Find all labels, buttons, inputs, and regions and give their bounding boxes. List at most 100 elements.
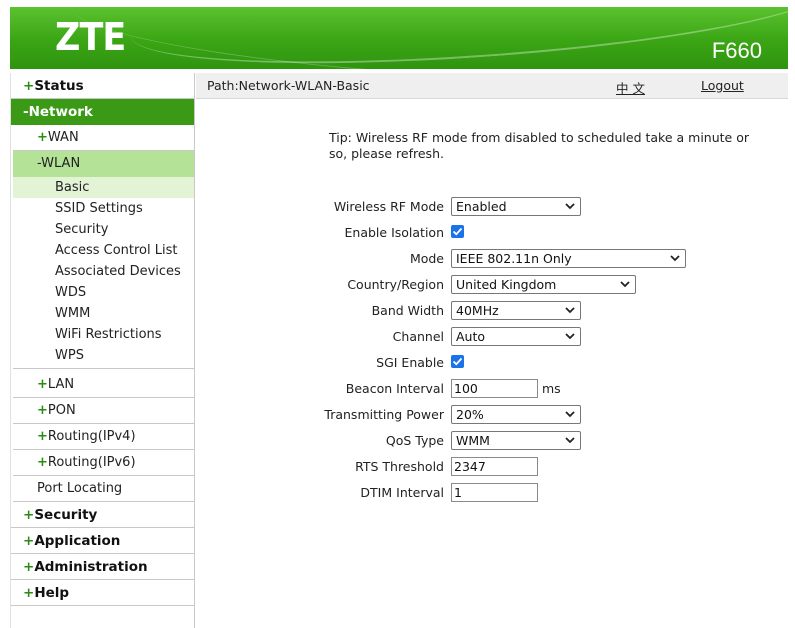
router-admin-page: ZTE F660 +Status -Network +WAN -WLAN Bas… bbox=[0, 0, 795, 628]
nav-security[interactable]: +Security bbox=[11, 502, 194, 528]
dtim-interval-input[interactable]: 1 bbox=[451, 483, 538, 502]
sgi-checkbox[interactable] bbox=[451, 355, 464, 368]
nav-help[interactable]: +Help bbox=[11, 580, 194, 606]
expand-plus-icon: + bbox=[37, 455, 48, 470]
tip-text: Tip: Wireless RF mode from disabled to s… bbox=[329, 130, 749, 161]
nav-label: PON bbox=[47, 403, 76, 418]
select-value: United Kingdom bbox=[456, 277, 557, 292]
channel-select[interactable]: Auto bbox=[451, 327, 581, 346]
nav-wlan-wmm[interactable]: WMM bbox=[13, 303, 194, 324]
select-value: 20% bbox=[456, 407, 484, 422]
field-label: Mode bbox=[409, 251, 444, 266]
zte-logo: ZTE bbox=[55, 15, 126, 59]
expand-plus-icon: + bbox=[37, 130, 48, 145]
expand-plus-icon: + bbox=[23, 507, 35, 523]
select-value: Auto bbox=[456, 329, 486, 344]
mode-select[interactable]: IEEE 802.11n Only bbox=[451, 249, 686, 268]
nav-routing-ipv4[interactable]: +Routing(IPv4) bbox=[13, 424, 194, 450]
expand-plus-icon: + bbox=[23, 559, 35, 575]
select-value: Enabled bbox=[456, 199, 507, 214]
expand-plus-icon: + bbox=[37, 377, 48, 392]
nav-network[interactable]: -Network bbox=[11, 99, 194, 125]
chevron-down-icon bbox=[565, 203, 575, 210]
sidebar-nav: +Status -Network +WAN -WLAN Basic SSID S… bbox=[10, 73, 195, 628]
rf-mode-select[interactable]: Enabled bbox=[451, 197, 581, 216]
row-mode: Mode IEEE 802.11n Only bbox=[196, 248, 788, 270]
row-bandwidth: Band Width 40MHz bbox=[196, 300, 788, 322]
nav-label: Routing(IPv6) bbox=[47, 455, 136, 470]
path-bar: Path:Network-WLAN-Basic 中 文 Logout bbox=[196, 73, 788, 99]
row-country: Country/Region United Kingdom bbox=[196, 274, 788, 296]
nav-label: Administration bbox=[34, 559, 148, 575]
rts-threshold-input[interactable]: 2347 bbox=[451, 457, 538, 476]
field-label: Wireless RF Mode bbox=[333, 199, 444, 214]
bandwidth-select[interactable]: 40MHz bbox=[451, 301, 581, 320]
expand-plus-icon: + bbox=[23, 585, 35, 601]
nav-label: Routing(IPv4) bbox=[47, 429, 136, 444]
nav-label: LAN bbox=[47, 377, 75, 392]
nav-label: -Network bbox=[23, 104, 93, 120]
nav-administration[interactable]: +Administration bbox=[11, 554, 194, 580]
row-channel: Channel Auto bbox=[196, 326, 788, 348]
expand-plus-icon: + bbox=[37, 403, 48, 418]
check-icon bbox=[452, 227, 463, 236]
header-banner: ZTE F660 bbox=[10, 7, 788, 69]
field-label: Band Width bbox=[371, 303, 444, 318]
nav-routing-ipv6[interactable]: +Routing(IPv6) bbox=[13, 450, 194, 476]
expand-plus-icon: + bbox=[37, 429, 48, 444]
chevron-down-icon bbox=[670, 255, 680, 262]
row-qos: QoS Type WMM bbox=[196, 430, 788, 452]
chevron-down-icon bbox=[565, 307, 575, 314]
nav-application[interactable]: +Application bbox=[11, 528, 194, 554]
field-label: Beacon Interval bbox=[345, 381, 444, 396]
nav-wlan-access-control-list[interactable]: Access Control List bbox=[13, 240, 194, 261]
field-label: RTS Threshold bbox=[355, 459, 444, 474]
field-label: DTIM Interval bbox=[360, 485, 444, 500]
header-swoosh bbox=[67, 7, 788, 69]
logout-link[interactable]: Logout bbox=[701, 78, 744, 93]
chevron-down-icon bbox=[565, 411, 575, 418]
row-isolation: Enable Isolation bbox=[196, 222, 788, 244]
beacon-interval-input[interactable]: 100 bbox=[451, 379, 538, 398]
qos-type-select[interactable]: WMM bbox=[451, 431, 581, 450]
nav-wlan-wds[interactable]: WDS bbox=[13, 282, 194, 303]
nav-status[interactable]: +Status bbox=[11, 73, 194, 99]
nav-label: Port Locating bbox=[37, 481, 123, 496]
nav-wlan-security[interactable]: Security bbox=[13, 219, 194, 240]
nav-wlan-basic[interactable]: Basic bbox=[13, 177, 194, 198]
nav-label: Help bbox=[34, 585, 70, 601]
expand-plus-icon: + bbox=[23, 533, 35, 549]
chevron-down-icon bbox=[620, 281, 630, 288]
device-model: F660 bbox=[711, 38, 762, 63]
language-link[interactable]: 中 文 bbox=[616, 78, 645, 97]
nav-label: Application bbox=[34, 533, 121, 549]
isolation-checkbox[interactable] bbox=[451, 225, 464, 238]
tx-power-select[interactable]: 20% bbox=[451, 405, 581, 424]
row-tx-power: Transmitting Power 20% bbox=[196, 404, 788, 426]
nav-wan[interactable]: +WAN bbox=[13, 125, 194, 151]
nav-wlan-wps[interactable]: WPS bbox=[13, 345, 194, 369]
nav-port-locating[interactable]: Port Locating bbox=[13, 476, 194, 502]
nav-label: Security bbox=[34, 507, 98, 523]
nav-pon[interactable]: +PON bbox=[13, 398, 194, 424]
select-value: WMM bbox=[456, 433, 490, 448]
select-value: 40MHz bbox=[456, 303, 499, 318]
nav-wlan-wifi-restrictions[interactable]: WiFi Restrictions bbox=[13, 324, 194, 345]
nav-label: -WLAN bbox=[37, 156, 81, 171]
row-dtim: DTIM Interval 1 bbox=[196, 482, 788, 504]
expand-plus-icon: + bbox=[23, 78, 35, 94]
row-sgi: SGI Enable bbox=[196, 352, 788, 374]
nav-lan[interactable]: +LAN bbox=[13, 372, 194, 398]
row-beacon: Beacon Interval 100 ms bbox=[196, 378, 788, 400]
nav-wlan-associated-devices[interactable]: Associated Devices bbox=[13, 261, 194, 282]
field-label: Country/Region bbox=[347, 277, 444, 292]
nav-label: WAN bbox=[47, 130, 79, 145]
country-select[interactable]: United Kingdom bbox=[451, 275, 636, 294]
chevron-down-icon bbox=[565, 333, 575, 340]
field-label: Transmitting Power bbox=[324, 407, 444, 422]
field-label: Enable Isolation bbox=[344, 225, 444, 240]
row-rf-mode: Wireless RF Mode Enabled bbox=[196, 196, 788, 218]
nav-wlan-ssid-settings[interactable]: SSID Settings bbox=[13, 198, 194, 219]
nav-wlan[interactable]: -WLAN bbox=[13, 151, 194, 177]
nav-label: Status bbox=[34, 78, 84, 94]
